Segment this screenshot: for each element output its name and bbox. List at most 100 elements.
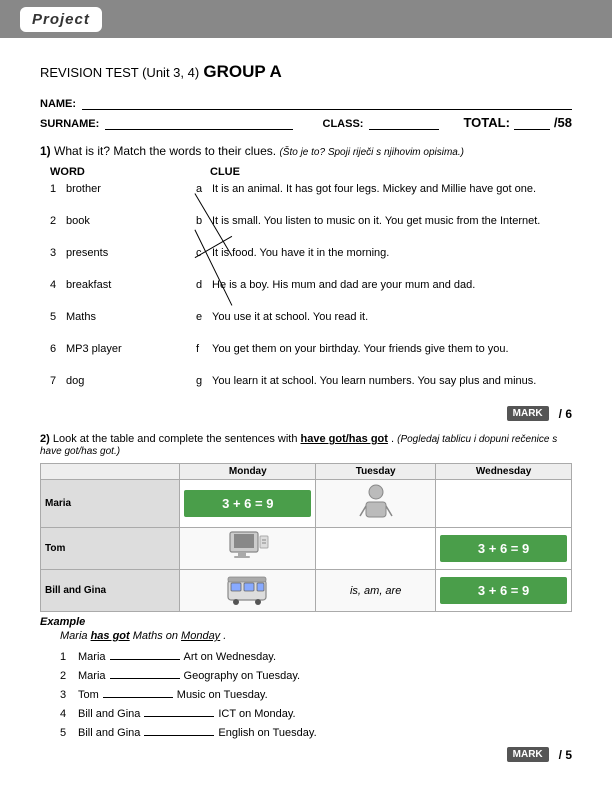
sent-num-3: 3: [60, 689, 74, 701]
clue-text-d: He is a boy. His mum and dad are your mu…: [212, 278, 572, 293]
section1-native: (Što je to? Spoji riječi s njihovim opis…: [279, 147, 464, 158]
row-label-tom: Tom: [41, 528, 180, 570]
word-num-5: 5: [50, 310, 66, 323]
word-clue-row-4: 4 breakfast d He is a boy. His mum and d…: [40, 278, 572, 300]
word-text-1: brother: [66, 182, 196, 195]
sent-num-5: 5: [60, 727, 74, 739]
header-bar: Project: [0, 0, 612, 38]
word-num-3: 3: [50, 246, 66, 259]
sent-text-5: Bill and Gina: [78, 727, 140, 739]
table-row-billandgina: Bill and Gina is, am, are: [41, 570, 572, 612]
maria-monday: 3 + 6 = 9: [180, 480, 316, 528]
clue-letter-a: a: [196, 182, 212, 195]
word-clue-header: WORD CLUE: [40, 166, 572, 178]
mark-value-2: / 5: [559, 748, 572, 762]
mark-value-1: / 6: [559, 407, 572, 421]
sent-rest-4: ICT on Monday.: [218, 708, 295, 720]
maria-tuesday: [316, 480, 436, 528]
section1-instruction: What is it? Match the words to their clu…: [54, 144, 276, 158]
surname-input-line[interactable]: [105, 116, 292, 130]
word-clue-row-7: 7 dog g You learn it at school. You lear…: [40, 374, 572, 396]
total-input-line: [514, 116, 550, 130]
list-item-2: 2 Maria Geography on Tuesday.: [60, 667, 572, 682]
fill-blank-1[interactable]: [110, 648, 180, 660]
clue-letter-f: f: [196, 342, 212, 355]
fill-blank-5[interactable]: [144, 724, 214, 736]
section2-number: 2): [40, 433, 50, 445]
word-clue-row-6: 6 MP3 player f You get them on your birt…: [40, 342, 572, 364]
fill-blank-3[interactable]: [103, 686, 173, 698]
total-denom: /58: [554, 115, 572, 130]
clue-letter-g: g: [196, 374, 212, 387]
row-label-billandgina: Bill and Gina: [41, 570, 180, 612]
clue-text-a: It is an animal. It has got four legs. M…: [212, 182, 572, 197]
clue-letter-c: c: [196, 246, 212, 259]
word-num-1: 1: [50, 182, 66, 195]
word-num-6: 6: [50, 342, 66, 355]
word-clue-row-1: 1 brother a It is an animal. It has got …: [40, 182, 572, 204]
class-input-line[interactable]: [369, 116, 439, 130]
word-num-4: 4: [50, 278, 66, 291]
section2-title: 2) Look at the table and complete the se…: [40, 433, 572, 457]
col-header-wednesday: Wednesday: [436, 464, 572, 480]
word-text-7: dog: [66, 374, 196, 387]
clue-letter-e: e: [196, 310, 212, 323]
section2-instruction: Look at the table and complete the sente…: [53, 433, 298, 445]
bus-icon: [226, 572, 270, 606]
title-prefix: REVISION TEST (Unit 3, 4): [40, 65, 199, 80]
col-header-monday: Monday: [180, 464, 316, 480]
word-clue-row-2: 2 book b It is small. You listen to musi…: [40, 214, 572, 236]
word-clue-section: 1 brother a It is an animal. It has got …: [40, 182, 572, 396]
word-text-6: MP3 player: [66, 342, 196, 355]
sent-rest-3: Music on Tuesday.: [177, 689, 268, 701]
person-icon: [356, 482, 396, 522]
math-eq-3: 3 + 6 = 9: [440, 577, 567, 604]
clue-text-c: It is food. You have it in the morning.: [212, 246, 572, 261]
billandgina-tuesday: is, am, are: [316, 570, 436, 612]
total-label: TOTAL:: [463, 115, 509, 130]
math-eq-2: 3 + 6 = 9: [440, 535, 567, 562]
mark-badge-2: MARK: [507, 747, 549, 762]
math-eq-1: 3 + 6 = 9: [184, 490, 311, 517]
computer-icon: [226, 530, 270, 564]
word-num-2: 2: [50, 214, 66, 227]
clue-text-f: You get them on your birthday. Your frie…: [212, 342, 572, 357]
sentences-list: 1 Maria Art on Wednesday. 2 Maria Geogra…: [40, 648, 572, 739]
fill-blank-4[interactable]: [144, 705, 214, 717]
word-text-2: book: [66, 214, 196, 227]
word-clue-row-5: 5 Maths e You use it at school. You read…: [40, 310, 572, 332]
table-row-tom: Tom 3 + 6 = 9: [41, 528, 572, 570]
sent-text-2: Maria: [78, 670, 106, 682]
sent-num-4: 4: [60, 708, 74, 720]
clue-text-e: You use it at school. You read it.: [212, 310, 572, 325]
word-text-5: Maths: [66, 310, 196, 323]
mark-badge-1: MARK: [507, 406, 549, 421]
section1-title: 1) What is it? Match the words to their …: [40, 144, 572, 158]
clue-letter-d: d: [196, 278, 212, 291]
title-group: GROUP A: [203, 62, 281, 81]
sent-rest-1: Art on Wednesday.: [184, 651, 277, 663]
project-logo: Project: [20, 7, 102, 32]
word-num-7: 7: [50, 374, 66, 387]
is-am-are-text: is, am, are: [350, 585, 401, 597]
name-input-line[interactable]: [82, 96, 572, 110]
col-clue-header: CLUE: [210, 166, 572, 178]
table-row-maria: Maria 3 + 6 = 9: [41, 480, 572, 528]
billandgina-monday: [180, 570, 316, 612]
name-label: NAME:: [40, 98, 76, 110]
word-text-3: presents: [66, 246, 196, 259]
list-item-5: 5 Bill and Gina English on Tuesday.: [60, 724, 572, 739]
fill-blank-2[interactable]: [110, 667, 180, 679]
word-text-4: breakfast: [66, 278, 196, 291]
clue-text-g: You learn it at school. You learn number…: [212, 374, 572, 389]
list-item-1: 1 Maria Art on Wednesday.: [60, 648, 572, 663]
list-item-3: 3 Tom Music on Tuesday.: [60, 686, 572, 701]
class-label: CLASS:: [323, 118, 364, 130]
clue-letter-b: b: [196, 214, 212, 227]
section2-have-got: have got/has got: [301, 433, 388, 445]
sent-text-1: Maria: [78, 651, 106, 663]
word-clue-row-3: 3 presents c It is food. You have it in …: [40, 246, 572, 268]
page-title: REVISION TEST (Unit 3, 4) GROUP A: [40, 62, 572, 82]
tom-wednesday: 3 + 6 = 9: [436, 528, 572, 570]
sent-num-1: 1: [60, 651, 74, 663]
